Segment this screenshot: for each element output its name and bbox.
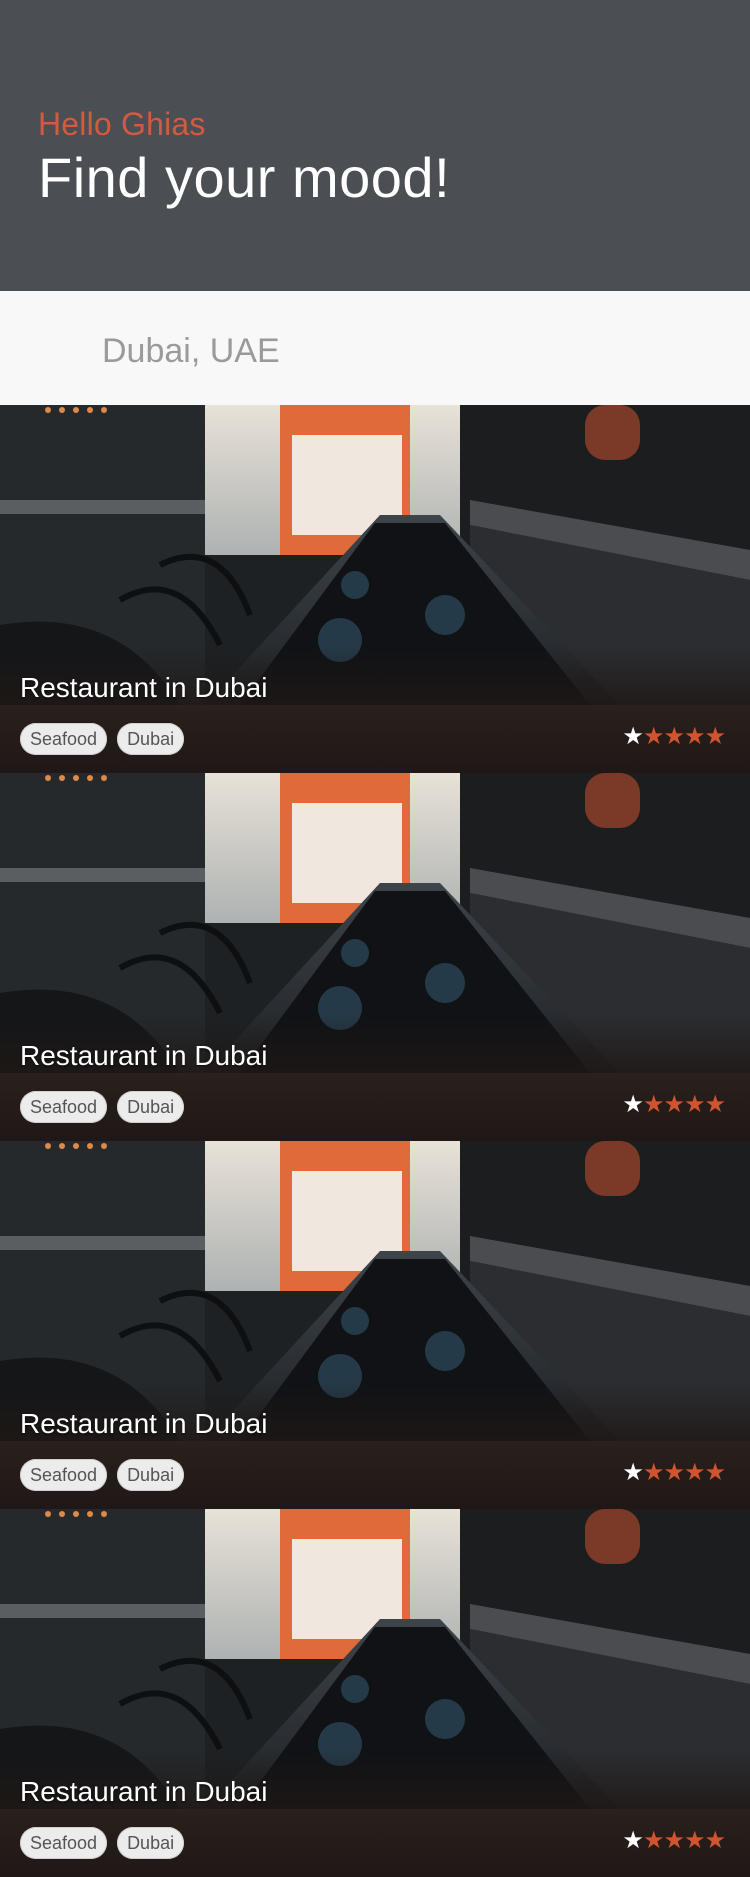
- tag-chip[interactable]: Seafood: [20, 1091, 108, 1123]
- tag-list: Seafood Dubai: [20, 1827, 185, 1859]
- star-filled-icon: ★: [663, 1827, 685, 1854]
- star-filled-icon: ★: [704, 723, 726, 750]
- tag-chip[interactable]: Dubai: [117, 1459, 185, 1491]
- star-filled-icon: ★: [683, 1459, 706, 1486]
- restaurant-card[interactable]: Restaurant in Dubai Seafood Dubai ★ ★ ★ ★ ★: [0, 1141, 750, 1509]
- star-empty-icon: ★: [622, 1459, 644, 1486]
- restaurant-title: Restaurant in Dubai: [20, 672, 268, 703]
- restaurant-title: Restaurant in Dubai: [20, 1040, 268, 1071]
- tag-list: Seafood Dubai: [20, 723, 185, 755]
- star-filled-icon: ★: [683, 723, 706, 750]
- star-filled-icon: ★: [663, 1091, 685, 1118]
- star-filled-icon: ★: [663, 723, 685, 750]
- page-title: Find your mood!: [38, 146, 451, 209]
- tag-list: Seafood Dubai: [20, 1091, 185, 1123]
- restaurant-card[interactable]: Restaurant in Dubai Seafood Dubai ★ ★ ★ ★ ★: [0, 1509, 750, 1877]
- star-rating: ★ ★ ★ ★ ★: [622, 1459, 726, 1486]
- restaurant-card[interactable]: Restaurant in Dubai Seafood Dubai ★ ★ ★ ★ ★: [0, 773, 750, 1141]
- search-input[interactable]: [102, 326, 602, 376]
- restaurant-title: Restaurant in Dubai: [20, 1408, 268, 1439]
- tag-chip[interactable]: Seafood: [20, 1459, 108, 1491]
- star-filled-icon: ★: [704, 1091, 726, 1118]
- star-empty-icon: ★: [622, 1827, 644, 1854]
- star-filled-icon: ★: [683, 1827, 706, 1854]
- greeting-text: Hello Ghias: [38, 106, 206, 142]
- tag-chip[interactable]: Seafood: [20, 1827, 108, 1859]
- restaurant-title: Restaurant in Dubai: [20, 1776, 268, 1807]
- star-empty-icon: ★: [622, 723, 644, 750]
- restaurant-card[interactable]: Restaurant in Dubai Seafood Dubai ★ ★ ★ ★ ★: [0, 405, 750, 773]
- star-filled-icon: ★: [704, 1459, 726, 1486]
- tag-chip[interactable]: Dubai: [117, 723, 185, 755]
- star-empty-icon: ★: [622, 1091, 644, 1118]
- header: Hello Ghias Find your mood!: [0, 0, 750, 291]
- star-rating: ★ ★ ★ ★ ★: [622, 1827, 726, 1854]
- tag-list: Seafood Dubai: [20, 1459, 185, 1491]
- star-filled-icon: ★: [642, 1459, 665, 1486]
- star-filled-icon: ★: [642, 1827, 665, 1854]
- star-rating: ★ ★ ★ ★ ★: [622, 723, 726, 750]
- tag-chip[interactable]: Seafood: [20, 723, 108, 755]
- star-filled-icon: ★: [683, 1091, 706, 1118]
- star-rating: ★ ★ ★ ★ ★: [622, 1091, 726, 1118]
- tag-chip[interactable]: Dubai: [117, 1091, 185, 1123]
- star-filled-icon: ★: [663, 1459, 685, 1486]
- star-filled-icon: ★: [642, 723, 665, 750]
- star-filled-icon: ★: [704, 1827, 726, 1854]
- tag-chip[interactable]: Dubai: [117, 1827, 185, 1859]
- star-filled-icon: ★: [642, 1091, 665, 1118]
